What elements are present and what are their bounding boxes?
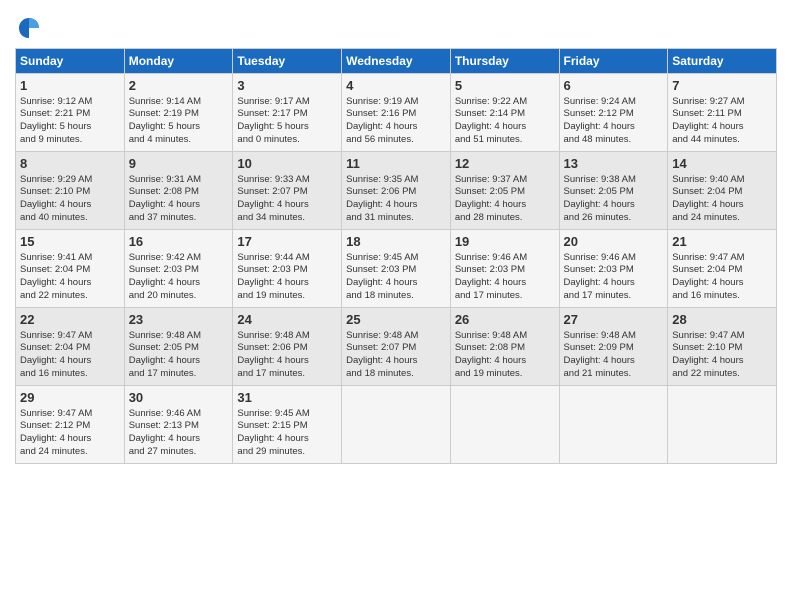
cell-2-4: 19Sunrise: 9:46 AMSunset: 2:03 PMDayligh…	[450, 230, 559, 308]
cell-4-1: 30Sunrise: 9:46 AMSunset: 2:13 PMDayligh…	[124, 386, 233, 464]
page: Sunday Monday Tuesday Wednesday Thursday…	[0, 0, 792, 612]
cell-4-4	[450, 386, 559, 464]
cell-0-1: 2Sunrise: 9:14 AMSunset: 2:19 PMDaylight…	[124, 74, 233, 152]
day-number: 29	[20, 389, 120, 407]
col-monday: Monday	[124, 49, 233, 74]
cell-4-0: 29Sunrise: 9:47 AMSunset: 2:12 PMDayligh…	[16, 386, 125, 464]
cell-3-3: 25Sunrise: 9:48 AMSunset: 2:07 PMDayligh…	[342, 308, 451, 386]
calendar-table: Sunday Monday Tuesday Wednesday Thursday…	[15, 48, 777, 464]
week-row-4: 29Sunrise: 9:47 AMSunset: 2:12 PMDayligh…	[16, 386, 777, 464]
cell-2-1: 16Sunrise: 9:42 AMSunset: 2:03 PMDayligh…	[124, 230, 233, 308]
day-number: 15	[20, 233, 120, 251]
day-number: 22	[20, 311, 120, 329]
day-number: 7	[672, 77, 772, 95]
day-number: 28	[672, 311, 772, 329]
day-number: 31	[237, 389, 337, 407]
col-sunday: Sunday	[16, 49, 125, 74]
cell-3-2: 24Sunrise: 9:48 AMSunset: 2:06 PMDayligh…	[233, 308, 342, 386]
cell-3-0: 22Sunrise: 9:47 AMSunset: 2:04 PMDayligh…	[16, 308, 125, 386]
day-number: 14	[672, 155, 772, 173]
week-row-0: 1Sunrise: 9:12 AMSunset: 2:21 PMDaylight…	[16, 74, 777, 152]
cell-1-3: 11Sunrise: 9:35 AMSunset: 2:06 PMDayligh…	[342, 152, 451, 230]
logo-icon	[15, 14, 43, 42]
day-number: 11	[346, 155, 446, 173]
col-friday: Friday	[559, 49, 668, 74]
cell-4-5	[559, 386, 668, 464]
cell-0-5: 6Sunrise: 9:24 AMSunset: 2:12 PMDaylight…	[559, 74, 668, 152]
day-number: 8	[20, 155, 120, 173]
header	[15, 10, 777, 42]
cell-4-6	[668, 386, 777, 464]
cell-0-2: 3Sunrise: 9:17 AMSunset: 2:17 PMDaylight…	[233, 74, 342, 152]
cell-3-1: 23Sunrise: 9:48 AMSunset: 2:05 PMDayligh…	[124, 308, 233, 386]
col-saturday: Saturday	[668, 49, 777, 74]
logo	[15, 14, 47, 42]
cell-2-2: 17Sunrise: 9:44 AMSunset: 2:03 PMDayligh…	[233, 230, 342, 308]
day-number: 25	[346, 311, 446, 329]
cell-1-1: 9Sunrise: 9:31 AMSunset: 2:08 PMDaylight…	[124, 152, 233, 230]
day-number: 6	[564, 77, 664, 95]
cell-4-2: 31Sunrise: 9:45 AMSunset: 2:15 PMDayligh…	[233, 386, 342, 464]
cell-2-6: 21Sunrise: 9:47 AMSunset: 2:04 PMDayligh…	[668, 230, 777, 308]
day-number: 19	[455, 233, 555, 251]
day-number: 12	[455, 155, 555, 173]
day-number: 16	[129, 233, 229, 251]
cell-3-6: 28Sunrise: 9:47 AMSunset: 2:10 PMDayligh…	[668, 308, 777, 386]
cell-3-4: 26Sunrise: 9:48 AMSunset: 2:08 PMDayligh…	[450, 308, 559, 386]
day-number: 20	[564, 233, 664, 251]
col-wednesday: Wednesday	[342, 49, 451, 74]
week-row-3: 22Sunrise: 9:47 AMSunset: 2:04 PMDayligh…	[16, 308, 777, 386]
day-number: 23	[129, 311, 229, 329]
day-number: 26	[455, 311, 555, 329]
day-number: 21	[672, 233, 772, 251]
cell-2-0: 15Sunrise: 9:41 AMSunset: 2:04 PMDayligh…	[16, 230, 125, 308]
header-row: Sunday Monday Tuesday Wednesday Thursday…	[16, 49, 777, 74]
week-row-2: 15Sunrise: 9:41 AMSunset: 2:04 PMDayligh…	[16, 230, 777, 308]
day-number: 4	[346, 77, 446, 95]
day-number: 27	[564, 311, 664, 329]
day-number: 5	[455, 77, 555, 95]
cell-2-3: 18Sunrise: 9:45 AMSunset: 2:03 PMDayligh…	[342, 230, 451, 308]
cell-1-4: 12Sunrise: 9:37 AMSunset: 2:05 PMDayligh…	[450, 152, 559, 230]
col-thursday: Thursday	[450, 49, 559, 74]
day-number: 3	[237, 77, 337, 95]
cell-0-4: 5Sunrise: 9:22 AMSunset: 2:14 PMDaylight…	[450, 74, 559, 152]
day-number: 13	[564, 155, 664, 173]
day-number: 9	[129, 155, 229, 173]
cell-3-5: 27Sunrise: 9:48 AMSunset: 2:09 PMDayligh…	[559, 308, 668, 386]
cell-0-0: 1Sunrise: 9:12 AMSunset: 2:21 PMDaylight…	[16, 74, 125, 152]
cell-1-5: 13Sunrise: 9:38 AMSunset: 2:05 PMDayligh…	[559, 152, 668, 230]
cell-4-3	[342, 386, 451, 464]
cell-1-2: 10Sunrise: 9:33 AMSunset: 2:07 PMDayligh…	[233, 152, 342, 230]
cell-1-0: 8Sunrise: 9:29 AMSunset: 2:10 PMDaylight…	[16, 152, 125, 230]
col-tuesday: Tuesday	[233, 49, 342, 74]
day-number: 17	[237, 233, 337, 251]
day-number: 10	[237, 155, 337, 173]
day-number: 18	[346, 233, 446, 251]
day-number: 2	[129, 77, 229, 95]
cell-1-6: 14Sunrise: 9:40 AMSunset: 2:04 PMDayligh…	[668, 152, 777, 230]
week-row-1: 8Sunrise: 9:29 AMSunset: 2:10 PMDaylight…	[16, 152, 777, 230]
cell-0-3: 4Sunrise: 9:19 AMSunset: 2:16 PMDaylight…	[342, 74, 451, 152]
day-number: 24	[237, 311, 337, 329]
cell-2-5: 20Sunrise: 9:46 AMSunset: 2:03 PMDayligh…	[559, 230, 668, 308]
day-number: 1	[20, 77, 120, 95]
cell-0-6: 7Sunrise: 9:27 AMSunset: 2:11 PMDaylight…	[668, 74, 777, 152]
day-number: 30	[129, 389, 229, 407]
